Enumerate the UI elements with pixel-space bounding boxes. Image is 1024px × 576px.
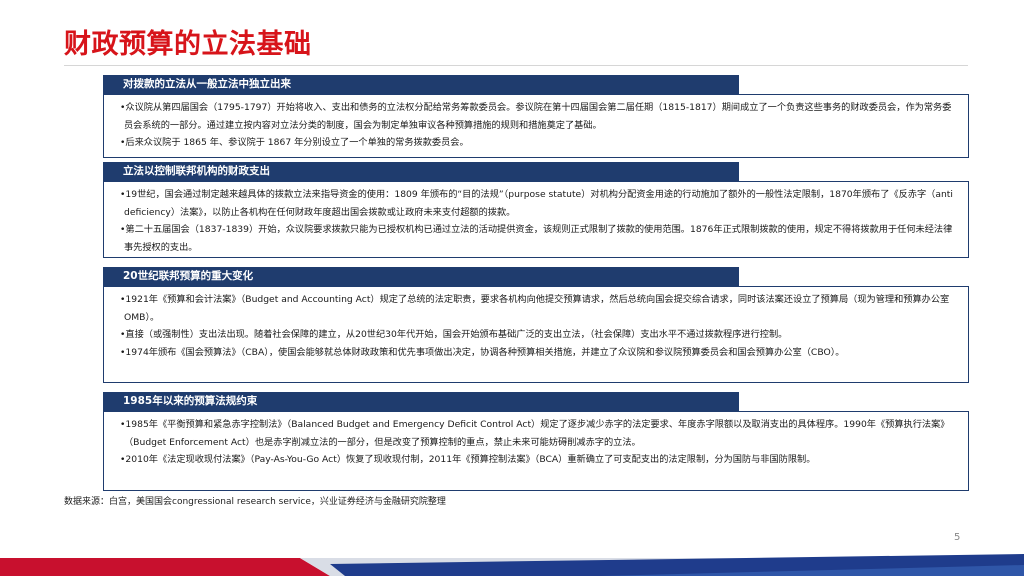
section-header: 1985年以来的预算法规约束 bbox=[103, 392, 739, 411]
section-header: 20世纪联邦预算的重大变化 bbox=[103, 267, 739, 286]
bullet-text: •第二十五届国会（1837-1839）开始，众议院要求拨款只能为已授权机构已通过… bbox=[120, 224, 953, 253]
bullet-text: •1985年《平衡预算和紧急赤字控制法》（Balanced Budget and… bbox=[120, 419, 950, 448]
bullet-text: •19世纪，国会通过制定越来越具体的拨款立法来指导资金的使用：1809 年颁布的… bbox=[120, 189, 953, 218]
bullet-text: •2010年《法定现收现付法案》（Pay-As-You-Go Act）恢复了现收… bbox=[120, 454, 816, 465]
title-divider bbox=[64, 65, 968, 66]
section-body: •1921年《预算和会计法案》（Budget and Accounting Ac… bbox=[103, 286, 969, 383]
bullet-text: •1974年颁布《国会预算法》（CBA），使国会能够就总体财政政策和优先事项做出… bbox=[120, 346, 845, 358]
bullet-text: •后来众议院于 1865 年、参议院于 1867 年分别设立了一个单独的常务拨款… bbox=[120, 137, 469, 148]
page-title: 财政预算的立法基础 bbox=[64, 29, 312, 60]
bullet-text: •众议院从第四届国会（1795-1797）开始将收入、支出和债务的立法权分配给常… bbox=[120, 102, 952, 131]
section-header: 对拨款的立法从一般立法中独立出来 bbox=[103, 75, 739, 94]
page-number: 5 bbox=[954, 532, 961, 543]
bullet-text: •1921年《预算和会计法案》（Budget and Accounting Ac… bbox=[120, 294, 950, 323]
footer-red-band bbox=[0, 558, 330, 576]
footer-decoration bbox=[0, 554, 1024, 576]
bullet-text: •直接（或强制性）支出法出现。随着社会保障的建立，从20世纪30年代开始，国会开… bbox=[120, 329, 788, 340]
section-body: •1985年《平衡预算和紧急赤字控制法》（Balanced Budget and… bbox=[103, 411, 969, 491]
section-body: •众议院从第四届国会（1795-1797）开始将收入、支出和债务的立法权分配给常… bbox=[103, 94, 969, 158]
section-header: 立法以控制联邦机构的财政支出 bbox=[103, 162, 739, 181]
data-source-note: 数据来源：白宫，美国国会congressional research servi… bbox=[64, 497, 446, 507]
section-body: •19世纪，国会通过制定越来越具体的拨款立法来指导资金的使用：1809 年颁布的… bbox=[103, 181, 969, 258]
